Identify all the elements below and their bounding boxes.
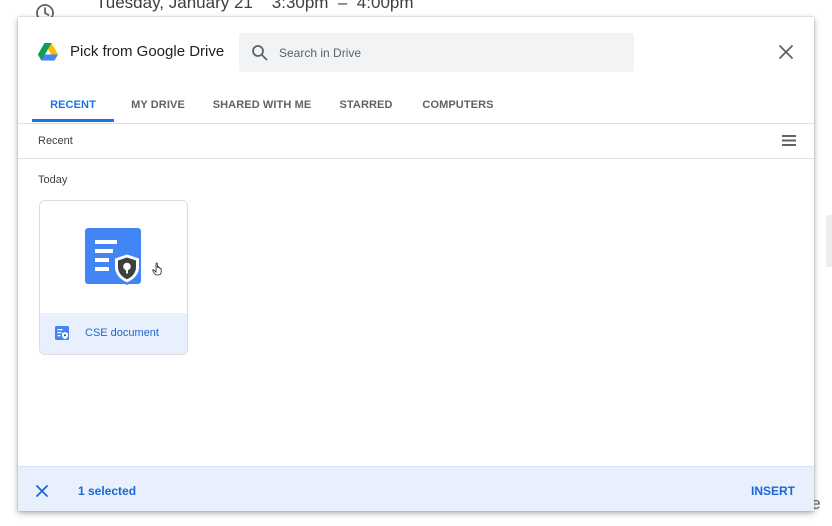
drive-picker-dialog: Pick from Google Drive RECENT MY DRIVE S… — [18, 17, 814, 511]
tab-starred[interactable]: STARRED — [328, 87, 404, 123]
selection-bar: 1 selected INSERT — [18, 466, 814, 511]
tab-bar: RECENT MY DRIVE SHARED WITH ME STARRED C… — [18, 87, 814, 124]
dialog-title: Pick from Google Drive — [70, 43, 225, 60]
encrypted-doc-icon — [85, 228, 141, 285]
file-name: CSE document — [85, 327, 159, 339]
event-time-text: Tuesday, January 21 3:30pm – 4:00pm — [96, 0, 414, 12]
view-label: Recent — [38, 135, 73, 147]
section-label: Today — [38, 174, 68, 186]
view-subheader: Recent — [18, 124, 814, 159]
close-icon[interactable] — [778, 44, 794, 60]
insert-button[interactable]: INSERT — [741, 477, 805, 505]
hand-cursor-icon — [152, 262, 162, 276]
search-icon — [252, 45, 268, 61]
active-tab-indicator — [32, 119, 114, 122]
tab-my-drive[interactable]: MY DRIVE — [118, 87, 198, 123]
tab-shared-with-me[interactable]: SHARED WITH ME — [206, 87, 318, 123]
file-thumbnail — [40, 201, 187, 313]
search-input[interactable] — [279, 33, 619, 72]
tab-recent[interactable]: RECENT — [32, 87, 114, 123]
tab-computers[interactable]: COMPUTERS — [414, 87, 502, 123]
background-panel — [826, 215, 832, 267]
google-drive-logo-icon — [38, 43, 58, 61]
search-box[interactable] — [239, 33, 634, 72]
deselect-close-icon[interactable] — [36, 485, 48, 497]
list-view-icon[interactable] — [782, 135, 796, 146]
dialog-header: Pick from Google Drive — [18, 17, 814, 87]
file-card[interactable]: CSE document — [39, 200, 188, 355]
selected-count: 1 selected — [78, 484, 137, 498]
encrypted-doc-small-icon — [55, 326, 69, 340]
file-card-footer: CSE document — [40, 313, 187, 354]
